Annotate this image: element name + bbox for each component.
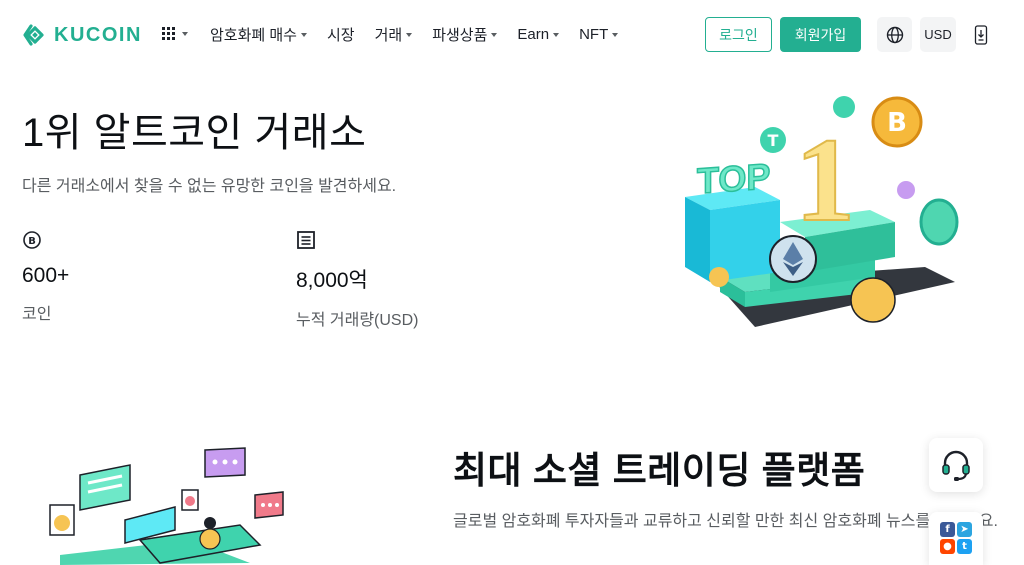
stat-label: 코인 bbox=[22, 306, 52, 323]
menu-item-label: NFT bbox=[579, 26, 609, 43]
kucoin-logo-icon bbox=[23, 24, 44, 46]
download-phone-icon bbox=[974, 24, 988, 45]
menu-item-label: 암호화폐 매수 bbox=[210, 27, 297, 44]
menu-item-earn[interactable]: Earn bbox=[517, 26, 560, 43]
customer-support-button[interactable] bbox=[929, 438, 983, 492]
ledger-icon bbox=[297, 231, 315, 249]
social-links-button[interactable]: f ➤ ● t bbox=[929, 512, 983, 565]
kucoin-logo[interactable]: KUCOIN bbox=[22, 22, 142, 48]
chevron-down-icon bbox=[406, 32, 413, 37]
reddit-icon[interactable]: ● bbox=[940, 539, 955, 554]
stat-value: 600+ bbox=[22, 264, 70, 287]
svg-text:B: B bbox=[28, 236, 36, 247]
chevron-down-icon bbox=[612, 32, 619, 37]
top-nav: KUCOIN 암호화폐 매수 시장 거래 파생상품 Earn NFT 로그인 회… bbox=[0, 0, 1024, 70]
chevron-down-icon bbox=[553, 32, 560, 37]
menu-item-derivatives[interactable]: 파생상품 bbox=[432, 24, 498, 45]
chevron-down-icon bbox=[300, 32, 307, 37]
menu-item-nft[interactable]: NFT bbox=[579, 26, 619, 43]
chevron-down-icon bbox=[491, 32, 498, 37]
facebook-icon[interactable]: f bbox=[940, 522, 955, 537]
menu-item-label: 거래 bbox=[374, 27, 403, 44]
svg-text:T: T bbox=[768, 131, 779, 150]
stat-volume: 8,000억 누적 거래량(USD) bbox=[296, 230, 418, 330]
currency-button[interactable]: USD bbox=[920, 17, 956, 52]
top-one-illustration: TOP 1 B T bbox=[685, 96, 959, 327]
twitter-icon[interactable]: t bbox=[957, 539, 972, 554]
language-button[interactable] bbox=[877, 17, 912, 52]
hero-title: 1위 알트코인 거래소 bbox=[22, 111, 367, 155]
chevron-down-icon bbox=[182, 31, 188, 36]
logo-text: KUCOIN bbox=[54, 23, 142, 46]
grid-icon bbox=[162, 27, 175, 40]
telegram-icon[interactable]: ➤ bbox=[957, 522, 972, 537]
menu-item-label: Earn bbox=[517, 26, 550, 43]
menu-item-label: 파생상품 bbox=[432, 27, 488, 44]
apps-menu-button[interactable] bbox=[162, 27, 188, 40]
menu-item-label: 시장 bbox=[326, 27, 355, 44]
stat-value: 8,000억 bbox=[296, 269, 368, 292]
menu-item-trade[interactable]: 거래 bbox=[375, 24, 413, 45]
social-trading-illustration bbox=[49, 447, 284, 565]
menu-item-markets[interactable]: 시장 bbox=[327, 24, 355, 45]
menu-item-buy-crypto[interactable]: 암호화폐 매수 bbox=[210, 24, 307, 45]
globe-icon bbox=[886, 26, 903, 43]
stat-coins: B 600+ 코인 bbox=[22, 230, 69, 324]
hero-subtitle: 다른 거래소에서 찾을 수 없는 유망한 코인을 발견하세요. bbox=[22, 178, 397, 195]
svg-text:B: B bbox=[887, 108, 907, 138]
stat-label: 누적 거래량(USD) bbox=[296, 312, 419, 329]
rank-one-text: 1 bbox=[795, 113, 855, 246]
social-section-title: 최대 소셜 트레이딩 플랫폼 bbox=[453, 450, 866, 491]
login-button[interactable]: 로그인 bbox=[705, 17, 772, 52]
download-app-button[interactable] bbox=[966, 17, 996, 52]
signup-button[interactable]: 회원가입 bbox=[780, 17, 861, 52]
headset-icon bbox=[942, 450, 970, 481]
main-menu: 암호화폐 매수 시장 거래 파생상품 Earn NFT bbox=[210, 24, 638, 45]
top-sign-text: TOP bbox=[697, 155, 770, 201]
bitcoin-circle-icon: B bbox=[23, 231, 41, 249]
